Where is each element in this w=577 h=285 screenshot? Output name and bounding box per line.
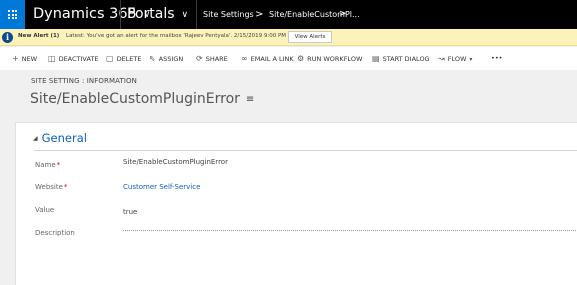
more-icon: •••: [491, 54, 503, 62]
section-title: General: [41, 131, 87, 145]
collapse-triangle-icon: ◢: [33, 135, 38, 142]
workflow-icon: ⚙: [297, 54, 305, 63]
website-field-label: Website*: [35, 183, 68, 191]
dialog-icon: ▤: [372, 54, 380, 63]
deactivate-button[interactable]: ◫ DEACTIVATE: [48, 47, 98, 70]
waffle-icon: [8, 10, 17, 19]
trash-icon: ▢: [106, 54, 114, 63]
assign-icon: ⇖: [149, 54, 156, 63]
breadcrumb-entity[interactable]: Site Settings: [203, 0, 254, 29]
record-title: Site/EnableCustomPluginError: [30, 91, 240, 107]
plus-icon: +: [12, 54, 19, 63]
required-indicator: *: [56, 161, 61, 169]
alert-bar: i New Alert (1) Latest: You've got an al…: [0, 29, 577, 46]
area-menu[interactable]: Portals ∨: [127, 0, 188, 29]
assign-button[interactable]: ⇖ ASSIGN: [149, 47, 183, 70]
flow-icon: ↝: [438, 54, 445, 63]
description-field-label: Description: [35, 229, 75, 237]
delete-button[interactable]: ▢ DELETE: [106, 47, 141, 70]
share-button[interactable]: ⟳ SHARE: [196, 47, 228, 70]
record-menu-chevron-icon[interactable]: >: [339, 0, 347, 29]
link-icon: ∞: [241, 54, 248, 63]
nav-divider: [120, 0, 121, 29]
record-title-wrap: Site/EnableCustomPluginError ≡: [30, 91, 254, 107]
chevron-down-icon: ▾: [469, 56, 473, 63]
required-indicator: *: [63, 183, 68, 191]
name-field[interactable]: Site/EnableCustomPluginError: [123, 158, 228, 166]
share-icon: ⟳: [196, 54, 203, 63]
flow-button[interactable]: ↝ FLOW ▾: [438, 47, 472, 70]
app-name: Dynamics 365: [33, 6, 137, 22]
section-general-header[interactable]: ◢ General: [33, 131, 87, 145]
start-dialog-button[interactable]: ▤ START DIALOG: [372, 47, 430, 70]
alert-message: Latest: You've got an alert for the mail…: [66, 33, 287, 39]
form-body: ◢ General Name* Site/EnableCustomPluginEr…: [15, 122, 577, 285]
description-field[interactable]: [123, 230, 577, 231]
run-workflow-button[interactable]: ⚙ RUN WORKFLOW: [297, 47, 362, 70]
section-divider: [34, 150, 577, 151]
view-alerts-button[interactable]: View Alerts: [288, 31, 332, 43]
record-header: SITE SETTING : INFORMATION Site/EnableCu…: [0, 70, 577, 122]
more-commands-button[interactable]: •••: [491, 47, 503, 70]
deactivate-icon: ◫: [48, 54, 56, 63]
new-button[interactable]: + NEW: [12, 47, 37, 70]
value-field[interactable]: true: [123, 208, 137, 216]
nav-divider: [196, 0, 197, 29]
record-menu-icon[interactable]: ≡: [246, 94, 254, 105]
area-name: Portals: [127, 6, 175, 22]
app-launcher-button[interactable]: [0, 0, 25, 29]
info-icon: i: [2, 32, 13, 43]
email-a-link-button[interactable]: ∞ EMAIL A LINK: [241, 47, 294, 70]
breadcrumb-separator: >: [255, 9, 264, 20]
form-selector-label[interactable]: SITE SETTING : INFORMATION: [31, 77, 137, 85]
name-field-label: Name*: [35, 161, 61, 169]
website-lookup-link[interactable]: Customer Self-Service: [123, 183, 200, 191]
chevron-down-icon: ∨: [181, 10, 189, 20]
value-field-label: Value: [35, 206, 55, 214]
top-nav-bar: Dynamics 365 ∨ Portals ∨ Site Settings > S…: [0, 0, 577, 29]
command-bar: + NEW ◫ DEACTIVATE ▢ DELETE ⇖ ASSIGN ⟳ SHARE …: [0, 47, 577, 70]
alert-title: New Alert (1): [18, 33, 60, 39]
